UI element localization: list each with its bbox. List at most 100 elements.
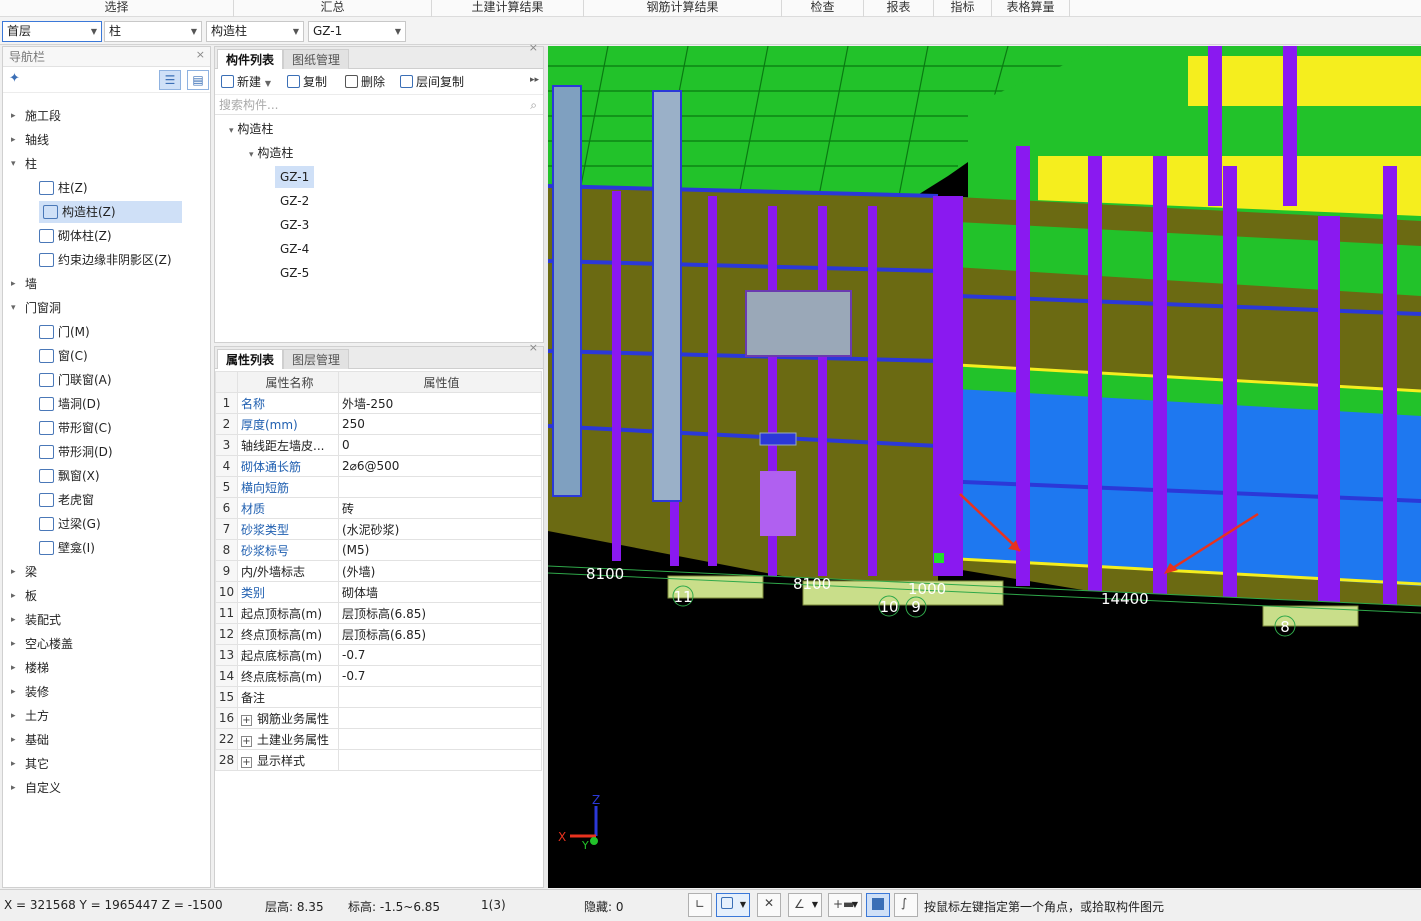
property-row[interactable]: 13 起点底标高(m) -0.7 — [215, 644, 542, 666]
subtype-select[interactable]: 构造柱 ▼ — [206, 21, 304, 42]
select-mode-button[interactable]: ▼ — [716, 893, 750, 917]
property-row[interactable]: 9 内/外墙标志 (外墙) — [215, 560, 542, 582]
tab-component-list[interactable]: 构件列表 — [217, 49, 284, 69]
ribbon-group-table-calc[interactable]: 表格算量 — [992, 0, 1070, 17]
collapsed-arrow-icon[interactable]: ▸ — [11, 585, 16, 607]
collapsed-arrow-icon[interactable]: ▸ — [11, 273, 16, 295]
nav-group[interactable]: ▸ 楼梯 — [11, 657, 49, 679]
list-view-icon[interactable]: ☰ — [159, 70, 181, 90]
snap-button[interactable]: +▬ ▼ — [828, 893, 862, 917]
property-row[interactable]: 2 厚度(mm) 250 — [215, 413, 542, 435]
property-value[interactable]: (水泥砂浆) — [338, 518, 542, 540]
nav-group[interactable]: ▸ 基础 — [11, 729, 49, 751]
pin-icon[interactable]: ✦ — [9, 71, 20, 86]
property-group-row[interactable]: 16 + 钢筋业务属性 — [215, 707, 542, 729]
floor-select[interactable]: 首层 ▼ — [2, 21, 102, 42]
ribbon-group-index[interactable]: 指标 — [934, 0, 992, 17]
expand-plus-icon[interactable]: + — [241, 735, 252, 747]
property-value[interactable]: 层顶标高(6.85) — [338, 623, 542, 645]
nav-group[interactable]: ▸ 板 — [11, 585, 37, 607]
3d-viewport[interactable]: 8100 8100 1000 14400 11 10 9 8 Z X Y — [548, 46, 1421, 888]
ribbon-group-check[interactable]: 检查 — [782, 0, 864, 17]
collapsed-arrow-icon[interactable]: ▸ — [11, 705, 16, 727]
ribbon-group-civil-results[interactable]: 土建计算结果 — [432, 0, 584, 17]
nav-group[interactable]: ▸ 空心楼盖 — [11, 633, 73, 655]
nav-item[interactable]: 墙洞(D) — [39, 393, 111, 415]
ribbon-group-rebar-results[interactable]: 钢筋计算结果 — [584, 0, 782, 17]
property-value[interactable]: (外墙) — [338, 560, 542, 582]
tab-layer-management[interactable]: 图层管理 — [283, 349, 350, 369]
ribbon-group-report[interactable]: 报表 — [864, 0, 934, 17]
collapsed-arrow-icon[interactable]: ▸ — [11, 753, 16, 775]
component-select[interactable]: GZ-1 ▼ — [308, 21, 406, 42]
property-row[interactable]: 11 起点顶标高(m) 层顶标高(6.85) — [215, 602, 542, 624]
property-value[interactable]: 0 — [338, 434, 542, 456]
floor-copy-button[interactable]: 层间复制 — [400, 73, 464, 91]
dynamic-input-button[interactable]: ∫ — [894, 893, 918, 917]
property-value[interactable] — [338, 686, 542, 708]
property-value[interactable]: (M5) — [338, 539, 542, 561]
collapsed-arrow-icon[interactable]: ▸ — [11, 105, 16, 127]
property-value[interactable] — [338, 476, 542, 498]
close-icon[interactable]: × — [529, 41, 538, 54]
nav-group[interactable]: ▸ 轴线 — [11, 129, 49, 151]
nav-item[interactable]: 门联窗(A) — [39, 369, 122, 391]
component-item[interactable]: GZ-1 — [275, 166, 315, 188]
detail-view-icon[interactable]: ▤ — [187, 70, 209, 90]
tab-property-list[interactable]: 属性列表 — [217, 349, 284, 369]
collapsed-arrow-icon[interactable]: ▸ — [11, 777, 16, 799]
property-value[interactable]: 250 — [338, 413, 542, 435]
property-value[interactable]: -0.7 — [338, 665, 542, 687]
property-row[interactable]: 15 备注 — [215, 686, 542, 708]
close-icon[interactable]: × — [196, 45, 205, 65]
nav-group[interactable]: ▸ 其它 — [11, 753, 49, 775]
close-icon[interactable]: × — [529, 341, 538, 354]
angle-button[interactable]: ∠ ▼ — [788, 893, 822, 917]
nav-item[interactable]: 壁龛(I) — [39, 537, 105, 559]
collapsed-arrow-icon[interactable]: ▸ — [11, 657, 16, 679]
property-group-row[interactable]: 28 + 显示样式 — [215, 749, 542, 771]
nav-item[interactable]: 带形窗(C) — [39, 417, 122, 439]
tab-drawing-management[interactable]: 图纸管理 — [283, 49, 350, 69]
property-row[interactable]: 14 终点底标高(m) -0.7 — [215, 665, 542, 687]
property-row[interactable]: 7 砂浆类型 (水泥砂浆) — [215, 518, 542, 540]
property-row[interactable]: 3 轴线距左墙皮... 0 — [215, 434, 542, 456]
collapsed-arrow-icon[interactable]: ▸ — [11, 129, 16, 151]
nav-group[interactable]: ▸ 施工段 — [11, 105, 61, 127]
nav-item[interactable]: 砌体柱(Z) — [39, 225, 122, 247]
more-icon[interactable]: ▸▸ — [530, 75, 539, 85]
nav-item[interactable]: 过梁(G) — [39, 513, 111, 535]
property-row[interactable]: 6 材质砖 — [215, 497, 542, 519]
nav-group[interactable]: ▸ 梁 — [11, 561, 37, 583]
ortho-toggle[interactable]: ∟ — [688, 893, 712, 917]
expand-plus-icon[interactable]: + — [241, 714, 252, 726]
property-value[interactable]: 外墙-250 — [338, 392, 542, 414]
delete-button[interactable]: 删除 — [345, 73, 385, 91]
collapsed-arrow-icon[interactable]: ▸ — [11, 561, 16, 583]
cross-select-button[interactable]: ✕ — [757, 893, 781, 917]
nav-group[interactable]: ▸ 装配式 — [11, 609, 61, 631]
nav-group[interactable]: ▾ 门窗洞 — [11, 297, 61, 319]
component-search-input[interactable]: 搜索构件... ⌕ — [215, 95, 543, 115]
property-row[interactable]: 10 类别 砌体墙 — [215, 581, 542, 603]
ribbon-group-summary[interactable]: 汇总 — [234, 0, 432, 17]
property-value[interactable]: 2⌀6@500 — [338, 455, 542, 477]
property-value[interactable]: 砖 — [338, 497, 542, 519]
category-select[interactable]: 柱 ▼ — [104, 21, 202, 42]
property-value[interactable]: -0.7 — [338, 644, 542, 666]
nav-item[interactable]: 飘窗(X) — [39, 465, 110, 487]
nav-item[interactable]: 门(M) — [39, 321, 100, 343]
collapsed-arrow-icon[interactable]: ▸ — [11, 681, 16, 703]
nav-group[interactable]: ▸ 土方 — [11, 705, 49, 727]
collapsed-arrow-icon[interactable]: ▸ — [11, 609, 16, 631]
nav-item[interactable]: 带形洞(D) — [39, 441, 123, 463]
component-item[interactable]: GZ-3 — [275, 214, 314, 236]
expand-plus-icon[interactable]: + — [241, 756, 252, 768]
new-button[interactable]: 新建 ▼ — [221, 73, 271, 91]
display-toggle[interactable] — [866, 893, 890, 917]
tree-group[interactable]: ▾ 构造柱 — [249, 142, 293, 164]
nav-group[interactable]: ▸ 墙 — [11, 273, 37, 295]
nav-group[interactable]: ▾ 柱 — [11, 153, 37, 175]
ribbon-group-select[interactable]: 选择 — [0, 0, 234, 17]
nav-group[interactable]: ▸ 自定义 — [11, 777, 61, 799]
